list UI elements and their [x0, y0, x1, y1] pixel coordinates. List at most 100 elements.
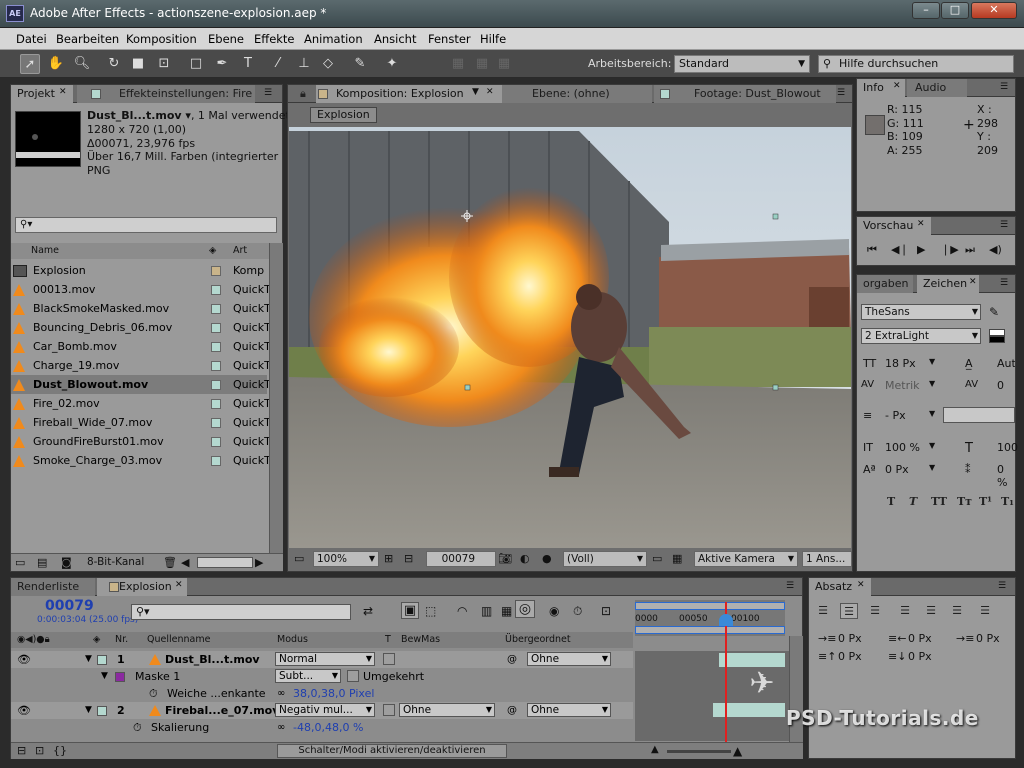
chevron-down-icon[interactable]: ▼	[929, 357, 935, 366]
layer-label-color[interactable]	[97, 655, 107, 665]
label-color-swatch[interactable]	[211, 418, 221, 428]
last-frame-icon[interactable]: ⏭	[965, 243, 975, 257]
project-item[interactable]: Explosion Komp	[11, 261, 267, 280]
close-icon[interactable]: ✕	[917, 219, 925, 229]
minimize-button[interactable]: –	[912, 2, 940, 19]
resolution-select[interactable]: (Voll) ▼	[563, 551, 647, 567]
leading-value[interactable]: Auto	[997, 357, 1015, 370]
interpret-footage-icon[interactable]: ▭	[15, 556, 25, 569]
property-row-feather[interactable]: ⏱ Weiche ...enkante ∞ 38,0,38,0 Pixel	[11, 685, 633, 702]
baseline-shift-value[interactable]: 0 Px	[885, 463, 909, 476]
scroll-left-icon[interactable]: ◀	[181, 556, 189, 569]
zoom-navigator[interactable]	[635, 626, 785, 634]
layer-label-color[interactable]	[97, 706, 107, 716]
subscript-button[interactable]: T₁	[1001, 495, 1014, 508]
col-trkmat[interactable]: BewMas	[401, 632, 440, 648]
pickwhip-icon[interactable]: @	[507, 651, 517, 668]
close-icon[interactable]: ✕	[175, 580, 183, 590]
tab-effekteinstellungen[interactable]: Effekteinstellungen: Fire	[77, 85, 255, 103]
parent-select[interactable]: Ohne ▼	[527, 703, 611, 717]
faux-bold-button[interactable]: T	[887, 495, 895, 508]
space-after-value[interactable]: 0 Px	[908, 650, 932, 663]
pickwhip-icon[interactable]: @	[507, 702, 517, 719]
font-family-select[interactable]: TheSans ▼	[861, 304, 981, 320]
project-item[interactable]: Fireball_Wide_07.mov QuickT	[11, 413, 271, 432]
brainstorm-icon[interactable]: ◎	[515, 600, 535, 618]
close-icon[interactable]: ✕	[857, 580, 865, 590]
menu-hilfe[interactable]: Hilfe	[480, 32, 506, 46]
col-type[interactable]: Art	[233, 243, 247, 259]
pan-behind-tool-icon[interactable]: ⊡	[154, 54, 174, 74]
lock-icon[interactable]: 🔒︎	[300, 87, 306, 101]
fill-color-swatch[interactable]	[989, 329, 1005, 336]
chevron-down-icon[interactable]: ▼	[929, 463, 935, 472]
timeline-search-input[interactable]: ⚲▾	[131, 604, 351, 620]
color-channels-icon[interactable]: ●	[542, 552, 552, 565]
mask-visibility-icon[interactable]: ⊟	[404, 552, 413, 565]
stroke-color-swatch[interactable]	[989, 336, 1005, 343]
zoom-out-icon[interactable]: ▲	[651, 744, 659, 755]
col-parent[interactable]: Übergeordnet	[505, 632, 571, 648]
visibility-eye-icon[interactable]: 👁︎	[17, 651, 31, 668]
region-of-interest-icon[interactable]: ▭	[652, 552, 662, 565]
graph-editor-icon[interactable]: ⏱	[573, 604, 582, 619]
work-area-bar[interactable]	[635, 602, 785, 610]
chevron-down-icon[interactable]: ▼	[472, 87, 479, 97]
label-color-swatch[interactable]	[211, 437, 221, 447]
chevron-down-icon[interactable]: ▼	[929, 409, 935, 418]
project-item[interactable]: Car_Bomb.mov QuickT	[11, 337, 271, 356]
new-folder-icon[interactable]: ▤	[37, 556, 47, 569]
menu-effekte[interactable]: Effekte	[254, 32, 295, 46]
property-row-scale[interactable]: ⏱ Skalierung ∞ -48,0,48,0 %	[11, 719, 633, 736]
chevron-down-icon[interactable]: ▼	[929, 379, 935, 388]
time-ruler[interactable]: 0000 00050 00100	[635, 600, 785, 636]
transparency-grid-icon[interactable]: ▦	[672, 552, 682, 565]
axis-mode-view-icon[interactable]: ▦	[494, 54, 514, 74]
layer-row-1[interactable]: 👁︎ ▼ 1 Dust_Bl...t.mov Normal ▼ @ Ohne ▼	[11, 651, 633, 668]
layer-name[interactable]: Firebal...e_07.mov	[165, 702, 279, 719]
tab-ebene[interactable]: Ebene: (ohne)	[502, 85, 652, 103]
puppet-pin-tool-icon[interactable]: ✦	[382, 54, 402, 74]
align-center-icon[interactable]: ☰	[840, 603, 858, 619]
space-before-value[interactable]: 0 Px	[838, 650, 862, 663]
label-color-swatch[interactable]	[211, 285, 221, 295]
col-source-name[interactable]: Quellenname	[147, 632, 210, 648]
link-icon[interactable]: ∞	[277, 685, 285, 702]
horizontal-scale-value[interactable]: 100	[997, 441, 1018, 454]
label-color-swatch[interactable]	[211, 323, 221, 333]
hand-tool-icon[interactable]: ✋	[46, 54, 66, 74]
project-item[interactable]: Fire_02.mov QuickT	[11, 394, 271, 413]
motion-blur-icon[interactable]: ▦	[501, 604, 512, 618]
previous-frame-icon[interactable]: ◀❘	[891, 243, 909, 256]
zoom-tool-icon[interactable]: 🔍︎	[72, 54, 92, 74]
snap-icon[interactable]: ⊡	[601, 604, 611, 618]
close-icon[interactable]: ✕	[59, 87, 67, 97]
auto-keyframe-icon[interactable]: ◉	[549, 604, 559, 618]
blend-mode-select[interactable]: Negativ mul... ▼	[275, 703, 375, 717]
indent-right-value[interactable]: 0 Px	[908, 632, 932, 645]
col-t[interactable]: T	[385, 632, 391, 648]
project-item[interactable]: Charge_19.mov QuickT	[11, 356, 271, 375]
roto-brush-tool-icon[interactable]: ✎	[350, 54, 370, 74]
superscript-button[interactable]: T¹	[979, 495, 992, 508]
horizontal-scrollbar[interactable]	[197, 557, 253, 568]
project-item[interactable]: 00013.mov QuickT	[11, 280, 271, 299]
selection-tool-icon[interactable]: ➚	[20, 54, 40, 74]
toggle-modes-icon[interactable]: ⊡	[35, 744, 44, 757]
tracking-value[interactable]: 0	[997, 379, 1004, 392]
axis-mode-icon[interactable]: ▦	[448, 54, 468, 74]
font-size-value[interactable]: 18 Px	[885, 357, 916, 370]
workspace-select[interactable]: Standard ▼	[674, 55, 810, 73]
mask-name[interactable]: Maske 1	[135, 668, 180, 685]
camera-select[interactable]: Aktive Kamera ▼	[694, 551, 798, 567]
label-color-swatch[interactable]	[211, 361, 221, 371]
pen-tool-icon[interactable]: ✒	[212, 54, 232, 74]
views-select[interactable]: 1 Ans...	[802, 551, 852, 567]
layer-bar-2[interactable]	[713, 703, 785, 717]
zoom-select[interactable]: 100% ▼	[313, 551, 379, 567]
show-snapshot-icon[interactable]: ◐	[520, 552, 530, 565]
label-color-swatch[interactable]	[211, 456, 221, 466]
camera-tool-icon[interactable]: ■	[128, 54, 148, 74]
tab-renderliste[interactable]: Renderliste	[11, 578, 95, 596]
project-item[interactable]: Bouncing_Debris_06.mov QuickT	[11, 318, 271, 337]
